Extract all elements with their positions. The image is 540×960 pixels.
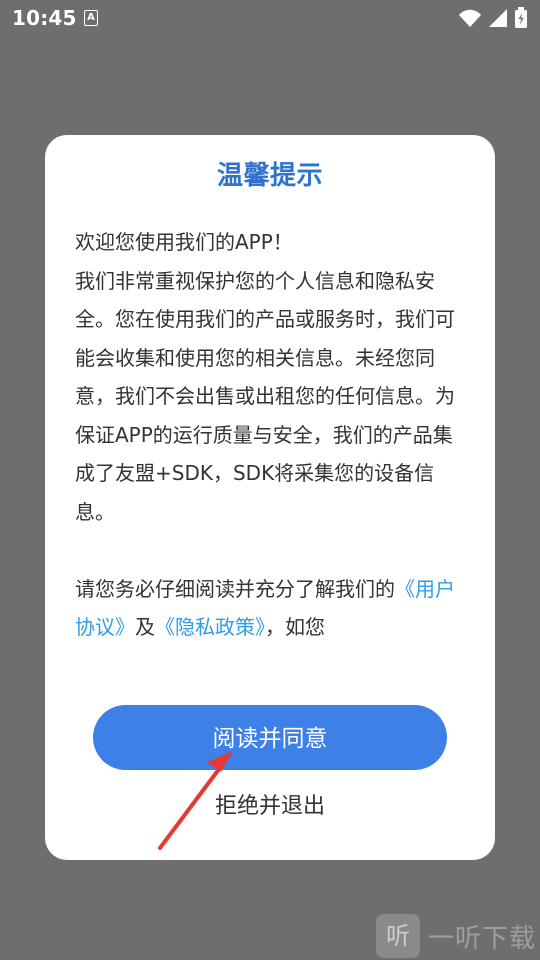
watermark-logo: 听 <box>375 914 420 958</box>
watermark: 听 一听下载 <box>375 912 536 960</box>
decline-button[interactable]: 拒绝并退出 <box>135 785 405 825</box>
agree-button[interactable]: 阅读并同意 <box>93 705 447 770</box>
agreement-reminder-text: 请您务必仔细阅读并充分了解我们的《用户协议》及《隐私政策》，如您 <box>75 570 467 647</box>
privacy-body-text: 我们非常重视保护您的个人信息和隐私安全。您在使用我们的产品或服务时，我们可能会收… <box>75 268 455 524</box>
privacy-policy-link[interactable]: 《隐私政策》 <box>155 615 265 639</box>
cellular-signal-icon <box>489 9 507 27</box>
wifi-icon <box>459 9 481 27</box>
privacy-dialog: 温馨提示 欢迎您使用我们的APP！ 我们非常重视保护您的个人信息和隐私安全。您在… <box>45 135 495 860</box>
watermark-text: 一听下载 <box>427 923 536 954</box>
battery-icon <box>515 7 527 28</box>
status-time: 10:45 <box>12 6 77 30</box>
welcome-text: 欢迎您使用我们的APP！ <box>75 230 293 254</box>
agreement-connector: 及 <box>135 615 155 639</box>
text-notification-icon: A <box>84 10 98 26</box>
system-status-icons <box>458 7 528 29</box>
agreement-reminder-suffix: ，如您 <box>265 615 325 639</box>
agreement-reminder-prefix: 请您务必仔细阅读并充分了解我们的 <box>75 576 395 601</box>
dialog-scroll-content[interactable]: 欢迎您使用我们的APP！ 我们非常重视保护您的个人信息和隐私安全。您在使用我们的… <box>75 223 467 660</box>
screen: 10:45 A 温馨提示 欢迎您使用我们的APP！ 我们非常重视保护您的个人信息… <box>0 0 540 960</box>
status-bar: 10:45 A <box>0 0 540 36</box>
dialog-title: 温馨提示 <box>216 161 323 191</box>
